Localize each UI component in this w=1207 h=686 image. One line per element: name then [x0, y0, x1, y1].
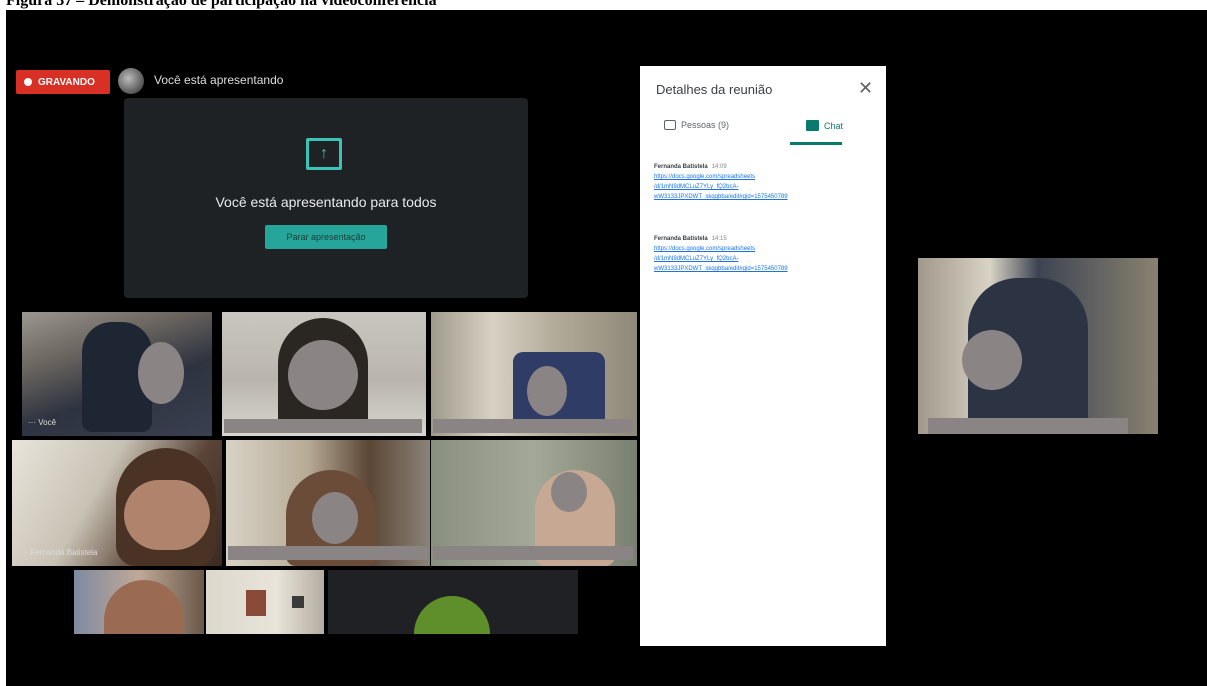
wall-picture — [292, 596, 304, 608]
wall-picture — [246, 590, 266, 616]
participant-figure — [104, 580, 184, 634]
video-tile-participant[interactable] — [226, 440, 430, 566]
meeting-details-panel: Detalhes da reunião ✕ Pessoas (9) Chat F… — [640, 66, 886, 646]
blurred-face — [962, 330, 1022, 390]
video-tile-self[interactable]: ··· Você — [22, 312, 212, 436]
blurred-face — [312, 492, 358, 544]
chat-icon — [806, 120, 819, 131]
tab-chat[interactable]: Chat — [806, 120, 843, 131]
presentation-message: Você está apresentando para todos — [215, 194, 437, 210]
self-label: Você — [38, 418, 57, 427]
blurred-name-bar — [224, 419, 422, 433]
blurred-name-bar — [433, 546, 633, 560]
blurred-face — [551, 472, 587, 512]
message-time: 14:09 — [711, 164, 727, 170]
figure-caption: Figura 37 – Demonstração de participação… — [6, 0, 437, 9]
presentation-panel: ↑ Você está apresentando para todos Para… — [124, 98, 528, 298]
blurred-name-bar — [433, 419, 633, 433]
video-tile-participant[interactable] — [431, 440, 637, 566]
blurred-face — [138, 342, 184, 404]
recording-badge: GRAVANDO — [16, 70, 110, 94]
message-author: Fernanda Batistela — [654, 236, 708, 242]
tile-name-label: ··· Você — [28, 418, 57, 427]
tab-people[interactable]: Pessoas (9) — [664, 120, 729, 130]
tab-chat-label: Chat — [824, 120, 844, 131]
meeting-window: GRAVANDO Você está apresentando ↑ Você e… — [6, 10, 1207, 686]
message-link[interactable]: https://docs.google.com/spreadsheets /d/… — [654, 244, 874, 274]
message-time: 14:15 — [711, 236, 727, 242]
video-tile-participant[interactable] — [222, 312, 426, 436]
record-dot-icon — [24, 78, 32, 86]
message-link[interactable]: https://docs.google.com/spreadsheets /d/… — [654, 172, 874, 202]
participant-face — [124, 480, 210, 550]
close-icon[interactable]: ✕ — [858, 78, 873, 99]
presenting-status: Você está apresentando — [154, 73, 284, 87]
active-tab-indicator — [790, 142, 842, 145]
stop-presenting-button[interactable]: Parar apresentação — [265, 225, 387, 249]
avatar — [118, 68, 144, 94]
chat-message: Fernanda Batistela 14:09 https://docs.goo… — [654, 162, 874, 202]
blurred-name-bar — [228, 546, 428, 560]
video-tile-participant[interactable] — [206, 570, 324, 634]
blurred-face — [527, 366, 567, 416]
avatar — [414, 596, 490, 634]
present-to-all-icon: ↑ — [306, 138, 342, 170]
panel-title: Detalhes da reunião — [656, 82, 773, 97]
video-tile-participant[interactable]: ··· Fernanda Batistela — [12, 440, 222, 566]
message-author: Fernanda Batistela — [654, 164, 708, 170]
participant-name: Fernanda Batistela — [30, 548, 98, 557]
tab-people-label: Pessoas (9) — [681, 120, 730, 130]
blurred-face — [288, 340, 358, 410]
video-tile-participant[interactable] — [328, 570, 578, 634]
video-tile-self-preview[interactable] — [918, 258, 1158, 434]
recording-label: GRAVANDO — [38, 76, 95, 88]
tile-name-label: ··· Fernanda Batistela — [20, 548, 98, 557]
video-tile-participant[interactable] — [431, 312, 637, 436]
chat-message: Fernanda Batistela 14:15 https://docs.goo… — [654, 234, 874, 274]
blurred-name-bar — [928, 418, 1128, 434]
people-icon — [664, 120, 676, 130]
video-tile-participant[interactable] — [74, 570, 204, 634]
